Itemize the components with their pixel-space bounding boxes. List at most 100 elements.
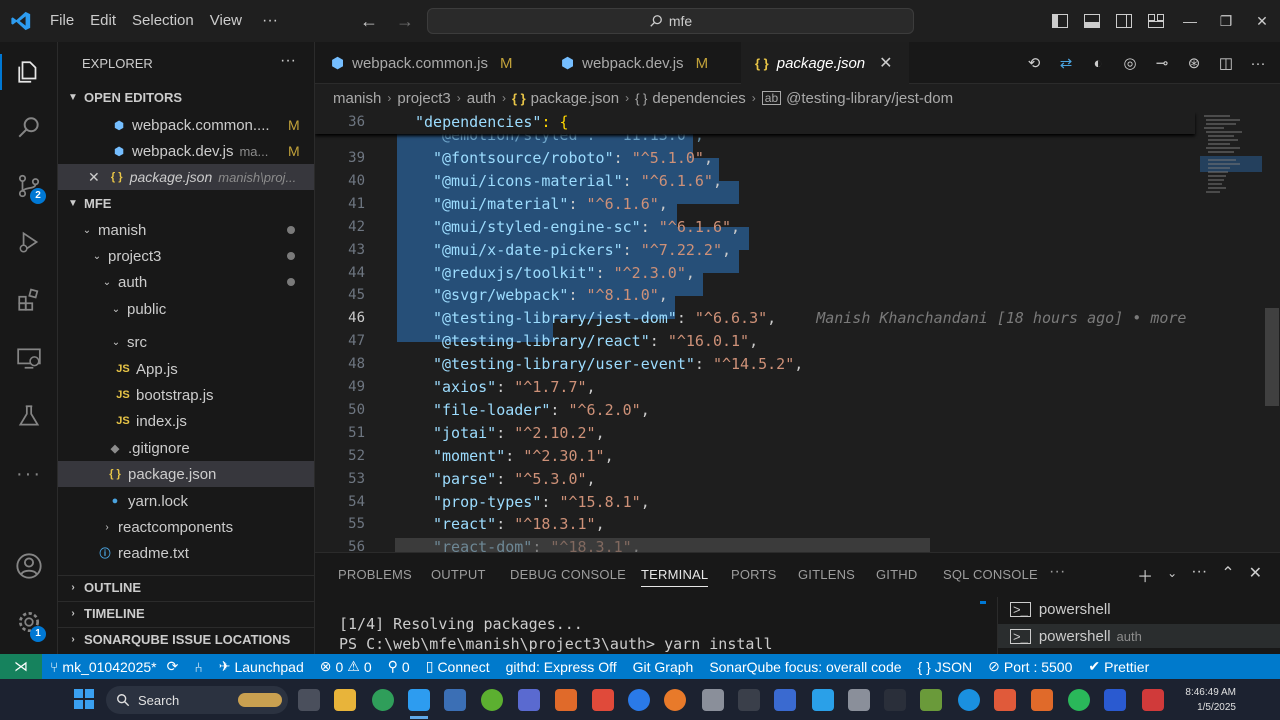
toggle-secondary-sidebar-icon[interactable] — [1108, 0, 1140, 42]
restore-icon[interactable]: ❐ — [1208, 0, 1244, 42]
folder-manish[interactable]: ⌄ manish — [58, 217, 314, 243]
horizontal-scrollbar[interactable] — [395, 538, 930, 552]
minimize-icon[interactable]: — — [1172, 0, 1208, 42]
branch-status[interactable]: ⑂ mk_01042025* ⟳ — [42, 658, 186, 675]
testing-icon[interactable] — [0, 392, 58, 440]
menu-view[interactable]: View — [202, 0, 250, 42]
manage-gear-icon[interactable]: 1 — [0, 598, 58, 646]
sync-icon[interactable]: ⟳ — [167, 658, 179, 675]
chevron-down-icon[interactable]: ⌄ — [1167, 563, 1177, 587]
open-changes-icon[interactable]: ◐ — [1086, 51, 1110, 75]
open-editor-item[interactable]: ⬢ webpack.common.... M — [58, 112, 314, 138]
breadcrumb-item[interactable]: auth — [467, 90, 496, 107]
remote-indicator-icon[interactable]: ⋊ — [0, 654, 42, 679]
folder-reactcomponents[interactable]: › reactcomponents — [58, 514, 314, 540]
taskbar-search[interactable]: Search — [106, 686, 288, 714]
terminal-instance-active[interactable]: >_ powershell auth — [998, 624, 1280, 648]
menu-file[interactable]: File — [42, 0, 82, 42]
command-center-search[interactable]: mfe — [427, 8, 914, 34]
app-gray-icon[interactable] — [702, 689, 724, 711]
panel-options-icon[interactable]: ··· — [1191, 563, 1207, 587]
toggle-primary-sidebar-icon[interactable] — [1044, 0, 1076, 42]
chrome-alt-icon[interactable] — [628, 689, 650, 711]
gitlens-icon[interactable]: ⊛ — [1182, 51, 1206, 75]
tab-problems[interactable]: PROBLEMS — [338, 567, 412, 582]
whatsapp-icon[interactable] — [1068, 689, 1090, 711]
split-editor-icon[interactable]: ◫ — [1214, 51, 1238, 75]
prettier-status[interactable]: ✔ Prettier — [1080, 658, 1157, 675]
outline-header[interactable]: › OUTLINE — [58, 575, 314, 599]
open-editor-item[interactable]: ⬢ webpack.dev.js ma... M — [58, 138, 314, 164]
app-red-icon[interactable] — [592, 689, 614, 711]
sonarqube-header[interactable]: › SONARQUBE ISSUE LOCATIONS — [58, 627, 314, 651]
menu-edit[interactable]: Edit — [82, 0, 124, 42]
app-blue-icon[interactable] — [812, 689, 834, 711]
tab-package-json[interactable]: { } package.json ✕ — [741, 42, 909, 84]
tab-terminal[interactable]: TERMINAL — [641, 567, 709, 587]
file-bootstrap-js[interactable]: JS bootstrap.js — [58, 382, 314, 408]
back-arrow-icon[interactable]: ← — [358, 10, 380, 32]
sidebar-more-icon[interactable]: ··· — [280, 52, 296, 70]
more-views-icon[interactable]: ··· — [0, 450, 58, 498]
terminal-prompt-line[interactable]: PS C:\web\mfe\manish\project3\auth> yarn… — [339, 635, 772, 653]
tab-debug-console[interactable]: DEBUG CONSOLE — [510, 567, 626, 582]
git-compare-icon[interactable]: ⇄ — [1054, 51, 1078, 75]
extensions-icon[interactable] — [0, 276, 58, 324]
workspace-header[interactable]: ▼ MFE — [58, 191, 314, 215]
file-readme[interactable]: ⓘ readme.txt — [58, 540, 314, 566]
breadcrumb-item[interactable]: dependencies — [652, 90, 745, 107]
file-yarn-lock[interactable]: ● yarn.lock — [58, 488, 314, 514]
folder-src[interactable]: ⌄ src — [58, 329, 314, 355]
app-shield-icon[interactable] — [1142, 689, 1164, 711]
terminal-instance[interactable]: >_ powershell — [998, 597, 1280, 621]
task-view-icon[interactable] — [298, 689, 320, 711]
timeline-header[interactable]: › TIMELINE — [58, 601, 314, 625]
menu-selection[interactable]: Selection — [124, 0, 202, 42]
chrome-icon[interactable] — [372, 689, 394, 711]
vertical-scrollbar[interactable] — [1265, 308, 1279, 406]
system-clock[interactable]: 8:46:49 AM 1/5/2025 — [1185, 685, 1236, 715]
breadcrumb-item[interactable]: project3 — [397, 90, 450, 107]
ports-status[interactable]: ⚲ 0 — [380, 658, 418, 675]
close-panel-icon[interactable]: ✕ — [1249, 563, 1262, 587]
app-dark-icon[interactable] — [738, 689, 760, 711]
launchpad-status[interactable]: ✈ Launchpad — [211, 658, 312, 675]
search-icon[interactable] — [0, 104, 58, 152]
notepad-icon[interactable] — [774, 689, 796, 711]
timeline-history-icon[interactable]: ⟲ — [1022, 51, 1046, 75]
connect-status[interactable]: ▯ Connect — [418, 658, 498, 675]
close-editor-icon[interactable]: ✕ — [88, 169, 100, 186]
git-graph-icon-item[interactable]: ⑃ — [186, 659, 210, 675]
folder-auth[interactable]: ⌄ auth — [58, 269, 314, 295]
sticky-scroll-header[interactable]: 36 "dependencies": { — [315, 112, 1195, 134]
problems-status[interactable]: ⊗ 0 ⚠ 0 — [312, 658, 380, 675]
run-debug-icon[interactable] — [0, 218, 58, 266]
minimap[interactable] — [1200, 112, 1262, 552]
breadcrumb-item[interactable]: package.json — [531, 90, 619, 107]
folder-project3[interactable]: ⌄ project3 — [58, 243, 314, 269]
vscode-taskbar-icon[interactable] — [408, 689, 430, 711]
tab-githd[interactable]: GITHD — [876, 567, 917, 582]
breadcrumb-item[interactable]: manish — [333, 90, 381, 107]
tab-ports[interactable]: PORTS — [731, 567, 777, 582]
breadcrumb-item[interactable]: @testing-library/jest-dom — [786, 90, 953, 107]
tab-output[interactable]: OUTPUT — [431, 567, 486, 582]
app-orange-icon[interactable] — [555, 689, 577, 711]
tab-gitlens[interactable]: GITLENS — [798, 567, 855, 582]
file-explorer-icon[interactable] — [334, 689, 356, 711]
customize-layout-icon[interactable] — [1140, 0, 1172, 42]
file-index-js[interactable]: JS index.js — [58, 408, 314, 434]
source-control-icon[interactable]: 2 — [0, 162, 58, 210]
edge-icon[interactable] — [958, 689, 980, 711]
open-editors-header[interactable]: ▼ OPEN EDITORS — [58, 85, 314, 109]
remote-explorer-icon[interactable] — [0, 334, 58, 382]
app-chart-icon[interactable] — [920, 689, 942, 711]
menu-more-icon[interactable]: ··· — [250, 12, 290, 30]
sonarqube-status[interactable]: SonarQube focus: overall code — [701, 659, 909, 675]
accounts-icon[interactable] — [0, 542, 58, 590]
tab-webpack-common[interactable]: ⬢ webpack.common.js M — [315, 42, 531, 84]
firefox-icon[interactable] — [664, 689, 686, 711]
app-green-icon[interactable] — [481, 689, 503, 711]
git-graph-status[interactable]: Git Graph — [625, 659, 702, 675]
git-blame-annotation[interactable]: Manish Khanchandani [18 hours ago] • mor… — [816, 309, 1186, 327]
